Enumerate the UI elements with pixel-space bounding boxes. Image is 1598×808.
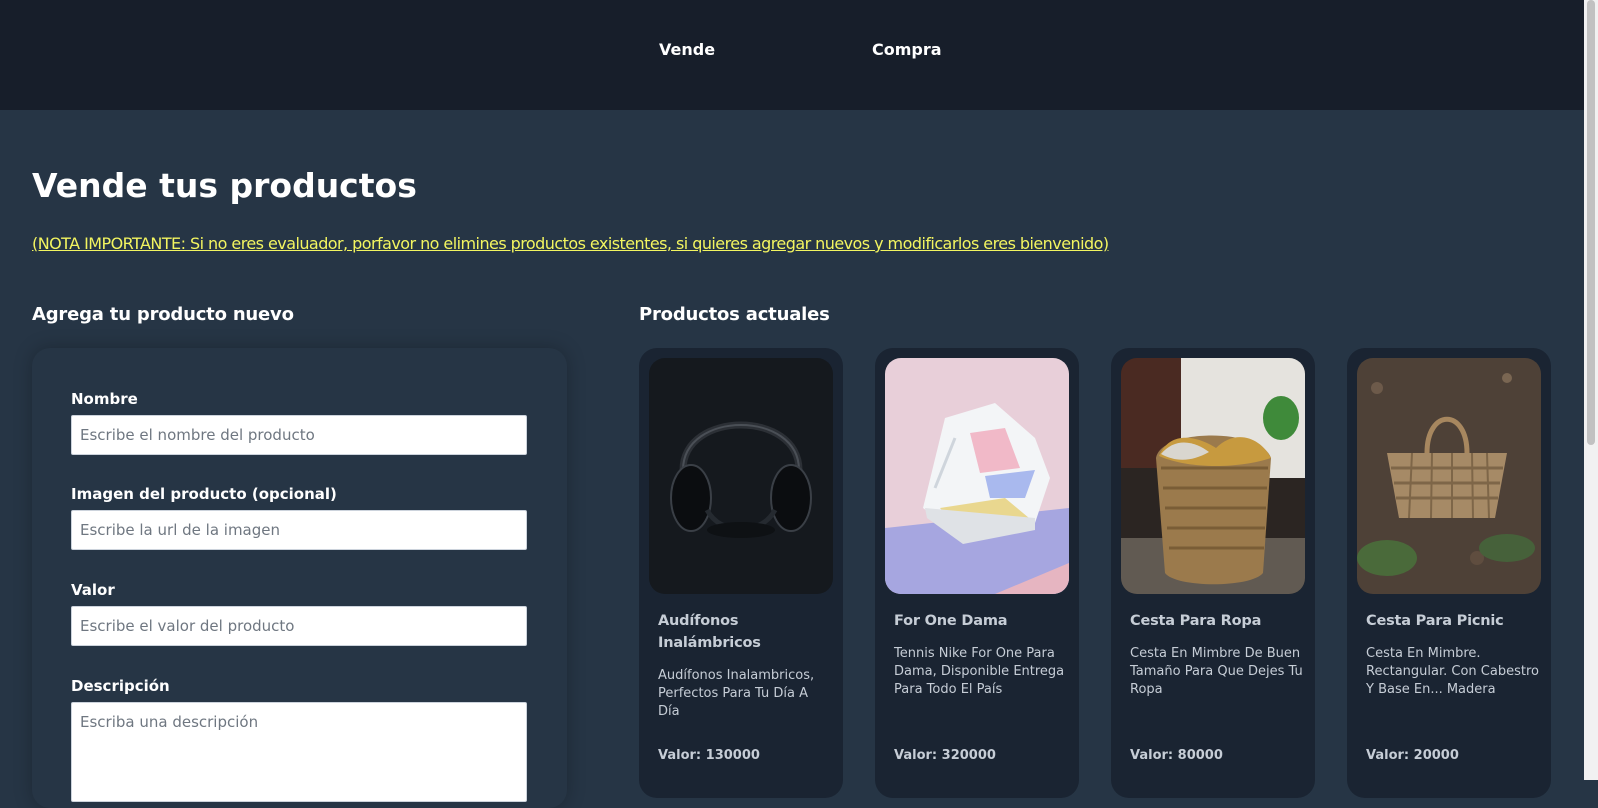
product-card[interactable]: Audífonos Inalámbricos Audífonos Inalamb… xyxy=(639,348,843,798)
product-name: Audífonos Inalámbricos xyxy=(658,613,761,651)
top-navbar: Vende Compra xyxy=(0,0,1584,110)
nav-sell-link[interactable]: Vende xyxy=(659,40,715,59)
product-name: Cesta Para Ropa xyxy=(1130,613,1262,629)
product-description: Audífonos Inalambricos, Perfectos Para T… xyxy=(658,668,815,719)
product-value: Valor: 20000 xyxy=(1366,748,1459,763)
vertical-scrollbar[interactable] xyxy=(1584,0,1598,780)
form-section-title: Agrega tu producto nuevo xyxy=(32,304,294,325)
product-card[interactable]: Cesta Para Ropa Cesta En Mimbre De Buen … xyxy=(1111,348,1315,798)
add-product-form: Nombre Imagen del producto (opcional) Va… xyxy=(32,348,567,808)
name-label: Nombre xyxy=(71,390,138,408)
value-input[interactable] xyxy=(71,606,527,646)
scrollbar-thumb[interactable] xyxy=(1587,0,1595,445)
description-textarea[interactable] xyxy=(71,702,527,802)
product-image-sneaker xyxy=(885,358,1069,594)
product-value: Valor: 130000 xyxy=(658,748,760,763)
products-section-title: Productos actuales xyxy=(639,304,830,325)
product-description: Tennis Nike For One Para Dama, Disponibl… xyxy=(894,646,1065,697)
product-description: Cesta En Mimbre. Rectangular. Con Cabest… xyxy=(1366,646,1539,697)
product-value: Valor: 320000 xyxy=(894,748,996,763)
product-value: Valor: 80000 xyxy=(1130,748,1223,763)
value-label: Valor xyxy=(71,581,115,599)
product-card[interactable]: Cesta Para Picnic Cesta En Mimbre. Recta… xyxy=(1347,348,1551,798)
name-input[interactable] xyxy=(71,415,527,455)
product-image-headphones xyxy=(649,358,833,594)
product-name: For One Dama xyxy=(894,613,1008,629)
page-title: Vende tus productos xyxy=(32,166,417,205)
product-image-picnic-basket xyxy=(1357,358,1541,594)
product-card[interactable]: For One Dama Tennis Nike For One Para Da… xyxy=(875,348,1079,798)
product-image-laundry-basket xyxy=(1121,358,1305,594)
product-description: Cesta En Mimbre De Buen Tamaño Para Que … xyxy=(1130,646,1303,697)
nav-buy-link[interactable]: Compra xyxy=(872,40,942,59)
important-note: (NOTA IMPORTANTE: Si no eres evaluador, … xyxy=(32,234,1109,253)
description-label: Descripción xyxy=(71,677,170,695)
image-url-input[interactable] xyxy=(71,510,527,550)
image-label: Imagen del producto (opcional) xyxy=(71,485,337,503)
product-name: Cesta Para Picnic xyxy=(1366,613,1504,629)
